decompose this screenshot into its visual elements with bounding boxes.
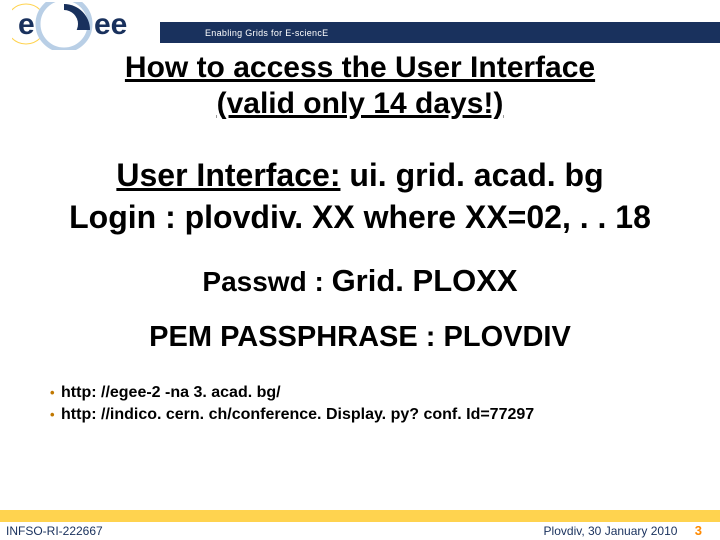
egee-logo: e G ee (12, 2, 172, 50)
slide-content: How to access the User Interface (valid … (0, 43, 720, 508)
logo-letter-e1: e (18, 8, 35, 41)
link-1: • http: //egee-2 -na 3. acad. bg/ (50, 382, 720, 404)
title-line-2: (valid only 14 days!) (0, 87, 720, 121)
ui-value: ui. grid. acad. bg (340, 157, 603, 193)
footer-bar (0, 510, 720, 522)
page-number: 3 (695, 523, 702, 538)
bullet-icon: • (50, 407, 55, 422)
tagline: Enabling Grids for E-sciencE (205, 28, 328, 38)
user-interface-line: User Interface: ui. grid. acad. bg (0, 155, 720, 195)
logo-letter-g: G (55, 8, 78, 41)
event-info: Plovdiv, 30 January 2010 (544, 524, 678, 538)
passwd-line: Passwd : Grid. PLOXX (0, 263, 720, 299)
footer: INFSO-RI-222667 Plovdiv, 30 January 2010… (0, 510, 720, 540)
title-line-1: How to access the User Interface (0, 51, 720, 85)
login-label: Login (69, 199, 156, 235)
link-2-text: http: //indico. cern. ch/conference. Dis… (61, 406, 534, 423)
logo-letter-ee: ee (94, 8, 127, 41)
ui-label: User Interface: (116, 157, 340, 193)
login-line: Login : plovdiv. XX where XX=02, . . 18 (0, 197, 720, 237)
link-2: • http: //indico. cern. ch/conference. D… (50, 404, 720, 426)
bullet-icon: • (50, 385, 55, 400)
passwd-value: Grid. PLOXX (332, 263, 518, 298)
login-value: : plovdiv. XX where XX=02, . . 18 (156, 199, 651, 235)
passwd-label: Passwd : (202, 266, 331, 297)
link-1-text: http: //egee-2 -na 3. acad. bg/ (61, 384, 281, 401)
links-block: • http: //egee-2 -na 3. acad. bg/ • http… (50, 382, 720, 425)
project-id: INFSO-RI-222667 (6, 524, 103, 538)
pem-line: PEM PASSPHRASE : PLOVDIV (0, 321, 720, 354)
